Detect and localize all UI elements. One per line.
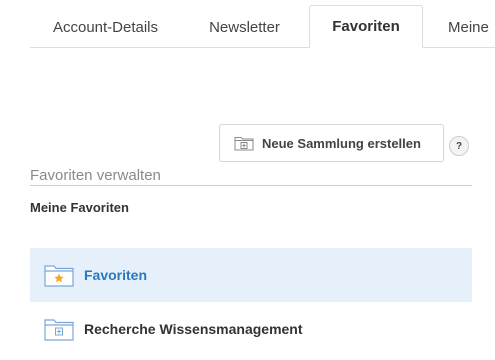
subsection-title: Meine Favoriten: [30, 200, 129, 215]
collection-row-recherche[interactable]: Recherche Wissensmanagement: [30, 302, 472, 356]
new-collection-label: Neue Sammlung erstellen: [262, 135, 421, 151]
section-title: Favoriten verwalten: [30, 166, 472, 186]
new-collection-button[interactable]: Neue Sammlung erstellen: [219, 124, 444, 162]
star-folder-icon: [44, 263, 74, 287]
tab-meine[interactable]: Meine: [423, 6, 495, 48]
collection-row-favoriten[interactable]: Favoriten: [30, 248, 472, 302]
tab-favoriten[interactable]: Favoriten: [309, 5, 423, 48]
collection-label: Recherche Wissensmanagement: [84, 321, 303, 337]
folder-icon: [44, 317, 74, 341]
add-folder-icon: [234, 135, 254, 151]
tab-newsletter[interactable]: Newsletter: [181, 6, 308, 48]
collection-label: Favoriten: [84, 267, 148, 283]
tab-bar: Account-Details Newsletter Favoriten Mei…: [0, 0, 495, 48]
tab-account-details[interactable]: Account-Details: [30, 6, 181, 48]
help-button[interactable]: ?: [449, 136, 469, 156]
